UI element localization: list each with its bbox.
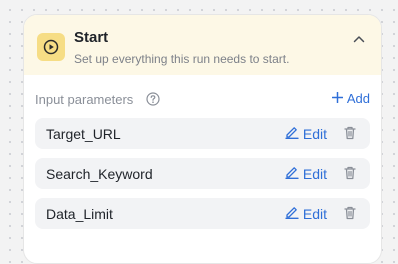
- edit-parameter-button[interactable]: Edit: [285, 205, 327, 222]
- edit-parameter-button[interactable]: Edit: [285, 125, 327, 142]
- input-parameters-header: Input parameters Add: [35, 91, 370, 109]
- parameter-name: Search_Keyword: [46, 166, 153, 182]
- trash-icon[interactable]: [342, 205, 358, 221]
- edit-label: Edit: [302, 205, 327, 222]
- start-node-card: Start Set up everything this run needs t…: [23, 14, 382, 264]
- parameter-row: Search_Keyword Edit: [35, 158, 370, 189]
- parameter-name: Target_URL: [46, 126, 121, 142]
- plus-icon: [331, 91, 344, 106]
- chevron-up-icon[interactable]: [351, 31, 367, 47]
- add-button-label: Add: [346, 91, 370, 106]
- parameter-row: Data_Limit Edit: [35, 198, 370, 229]
- edit-label: Edit: [302, 125, 327, 142]
- parameter-row: Target_URL Edit: [35, 118, 370, 149]
- add-parameter-button[interactable]: Add: [331, 91, 370, 106]
- edit-label: Edit: [302, 165, 327, 182]
- question-circle-icon[interactable]: [146, 92, 160, 106]
- trash-icon[interactable]: [342, 165, 358, 181]
- play-circle-icon: [37, 33, 65, 61]
- input-parameters-label: Input parameters: [35, 92, 134, 107]
- pencil-icon: [285, 205, 299, 222]
- trash-icon[interactable]: [342, 125, 358, 141]
- node-subtitle: Set up everything this run needs to star…: [74, 52, 290, 66]
- edit-parameter-button[interactable]: Edit: [285, 165, 327, 182]
- node-title: Start: [74, 29, 109, 46]
- parameter-name: Data_Limit: [46, 206, 113, 222]
- pencil-icon: [285, 125, 299, 142]
- pencil-icon: [285, 165, 299, 182]
- start-node-header: Start Set up everything this run needs t…: [24, 15, 381, 75]
